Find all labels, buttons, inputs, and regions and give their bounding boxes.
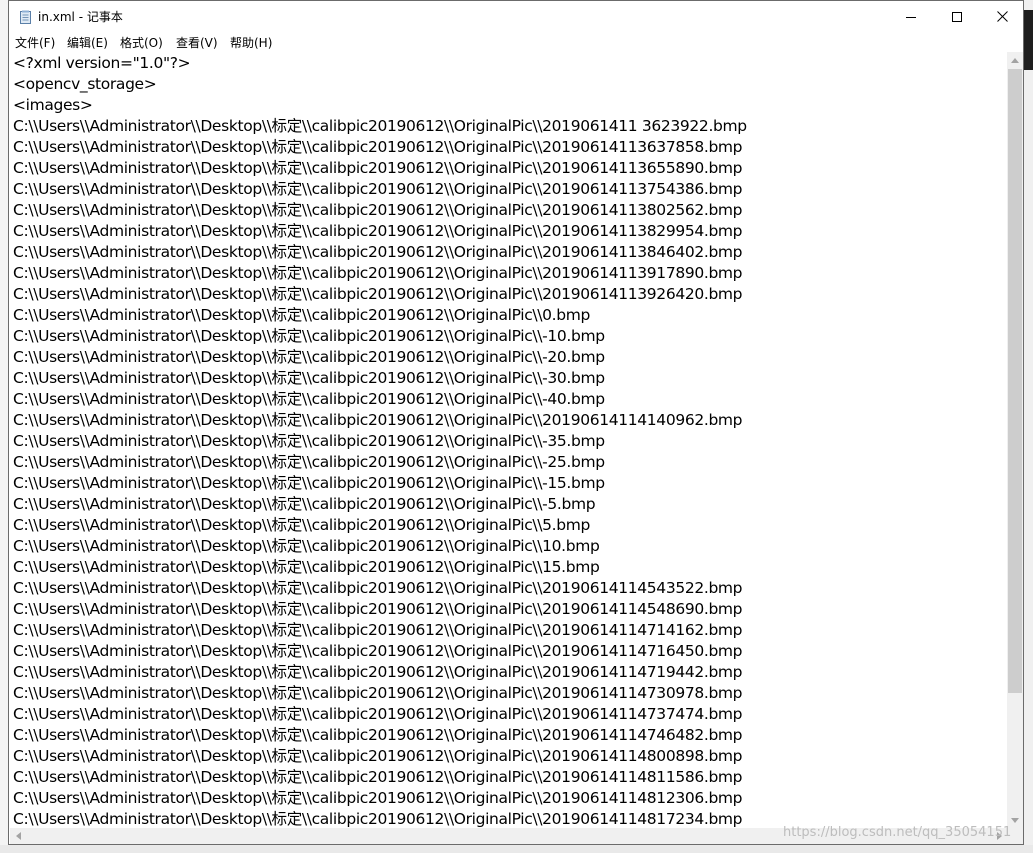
notepad-icon: [19, 9, 33, 24]
text-line[interactable]: C:\\Users\\Administrator\\Desktop\\标定\\c…: [13, 116, 747, 137]
text-line[interactable]: C:\\Users\\Administrator\\Desktop\\标定\\c…: [13, 515, 590, 536]
text-line[interactable]: C:\\Users\\Administrator\\Desktop\\标定\\c…: [13, 788, 743, 809]
text-line[interactable]: C:\\Users\\Administrator\\Desktop\\标定\\c…: [13, 746, 743, 767]
maximize-icon: [952, 7, 962, 26]
text-line[interactable]: C:\\Users\\Administrator\\Desktop\\标定\\c…: [13, 662, 743, 683]
text-line[interactable]: C:\\Users\\Administrator\\Desktop\\标定\\c…: [13, 410, 743, 431]
minimize-button[interactable]: [888, 1, 934, 31]
text-line[interactable]: C:\\Users\\Administrator\\Desktop\\标定\\c…: [13, 536, 600, 557]
close-button[interactable]: [979, 1, 1025, 31]
text-line[interactable]: C:\\Users\\Administrator\\Desktop\\标定\\c…: [13, 347, 605, 368]
text-line[interactable]: C:\\Users\\Administrator\\Desktop\\标定\\c…: [13, 641, 743, 662]
text-line[interactable]: C:\\Users\\Administrator\\Desktop\\标定\\c…: [13, 242, 743, 263]
window-title: in.xml - 记事本: [38, 10, 123, 24]
text-line[interactable]: C:\\Users\\Administrator\\Desktop\\标定\\c…: [13, 599, 743, 620]
text-line[interactable]: C:\\Users\\Administrator\\Desktop\\标定\\c…: [13, 725, 743, 746]
text-line[interactable]: C:\\Users\\Administrator\\Desktop\\标定\\c…: [13, 263, 743, 284]
background-window-left: [0, 0, 8, 853]
text-line[interactable]: C:\\Users\\Administrator\\Desktop\\标定\\c…: [13, 221, 743, 242]
text-line[interactable]: C:\\Users\\Administrator\\Desktop\\标定\\c…: [13, 284, 743, 305]
watermark-text: https://blog.csdn.net/qq_35054151: [783, 825, 1012, 840]
text-editor[interactable]: <?xml version="1.0"?> <opencv_storage> <im…: [10, 52, 1007, 828]
menu-file[interactable]: 文件(F): [15, 34, 55, 51]
text-line[interactable]: C:\\Users\\Administrator\\Desktop\\标定\\c…: [13, 473, 605, 494]
minimize-icon: [906, 7, 916, 26]
title-bar[interactable]: in.xml - 记事本: [9, 1, 1023, 31]
arrow-up-icon[interactable]: [1007, 52, 1023, 68]
vertical-scroll-thumb[interactable]: [1008, 69, 1022, 693]
text-line[interactable]: C:\\Users\\Administrator\\Desktop\\标定\\c…: [13, 683, 743, 704]
text-line[interactable]: C:\\Users\\Administrator\\Desktop\\标定\\c…: [13, 452, 605, 473]
text-line[interactable]: C:\\Users\\Administrator\\Desktop\\标定\\c…: [13, 809, 743, 828]
notepad-window: in.xml - 记事本 文件(F) 编辑(E) 格式(O) 查看(V) 帮助(…: [8, 0, 1024, 845]
text-line[interactable]: C:\\Users\\Administrator\\Desktop\\标定\\c…: [13, 158, 743, 179]
text-line[interactable]: C:\\Users\\Administrator\\Desktop\\标定\\c…: [13, 431, 605, 452]
text-line[interactable]: <opencv_storage>: [13, 74, 157, 95]
text-line[interactable]: C:\\Users\\Administrator\\Desktop\\标定\\c…: [13, 326, 605, 347]
text-line[interactable]: C:\\Users\\Administrator\\Desktop\\标定\\c…: [13, 179, 743, 200]
menu-edit[interactable]: 编辑(E): [67, 34, 108, 51]
maximize-button[interactable]: [934, 1, 980, 31]
background-dark-panel: [1024, 10, 1033, 70]
text-line[interactable]: C:\\Users\\Administrator\\Desktop\\标定\\c…: [13, 557, 600, 578]
arrow-left-icon[interactable]: [10, 828, 26, 844]
menu-help[interactable]: 帮助(H): [230, 34, 272, 51]
text-line[interactable]: C:\\Users\\Administrator\\Desktop\\标定\\c…: [13, 767, 743, 788]
text-line[interactable]: C:\\Users\\Administrator\\Desktop\\标定\\c…: [13, 200, 743, 221]
text-line[interactable]: C:\\Users\\Administrator\\Desktop\\标定\\c…: [13, 494, 596, 515]
text-line[interactable]: C:\\Users\\Administrator\\Desktop\\标定\\c…: [13, 137, 743, 158]
text-line[interactable]: C:\\Users\\Administrator\\Desktop\\标定\\c…: [13, 389, 605, 410]
text-line[interactable]: C:\\Users\\Administrator\\Desktop\\标定\\c…: [13, 578, 743, 599]
background-window-bottom: [0, 845, 1033, 853]
text-line[interactable]: C:\\Users\\Administrator\\Desktop\\标定\\c…: [13, 368, 605, 389]
menu-format[interactable]: 格式(O): [120, 34, 163, 51]
menu-view[interactable]: 查看(V): [176, 34, 218, 51]
text-line[interactable]: C:\\Users\\Administrator\\Desktop\\标定\\c…: [13, 704, 743, 725]
text-line[interactable]: C:\\Users\\Administrator\\Desktop\\标定\\c…: [13, 620, 743, 641]
close-icon: [996, 7, 1008, 26]
text-line[interactable]: C:\\Users\\Administrator\\Desktop\\标定\\c…: [13, 305, 590, 326]
menu-bar: 文件(F) 编辑(E) 格式(O) 查看(V) 帮助(H): [9, 31, 1023, 52]
background-window-right: [1024, 0, 1033, 853]
vertical-scrollbar[interactable]: [1007, 52, 1023, 828]
text-line[interactable]: <?xml version="1.0"?>: [13, 53, 191, 74]
text-line[interactable]: <images>: [13, 95, 93, 116]
